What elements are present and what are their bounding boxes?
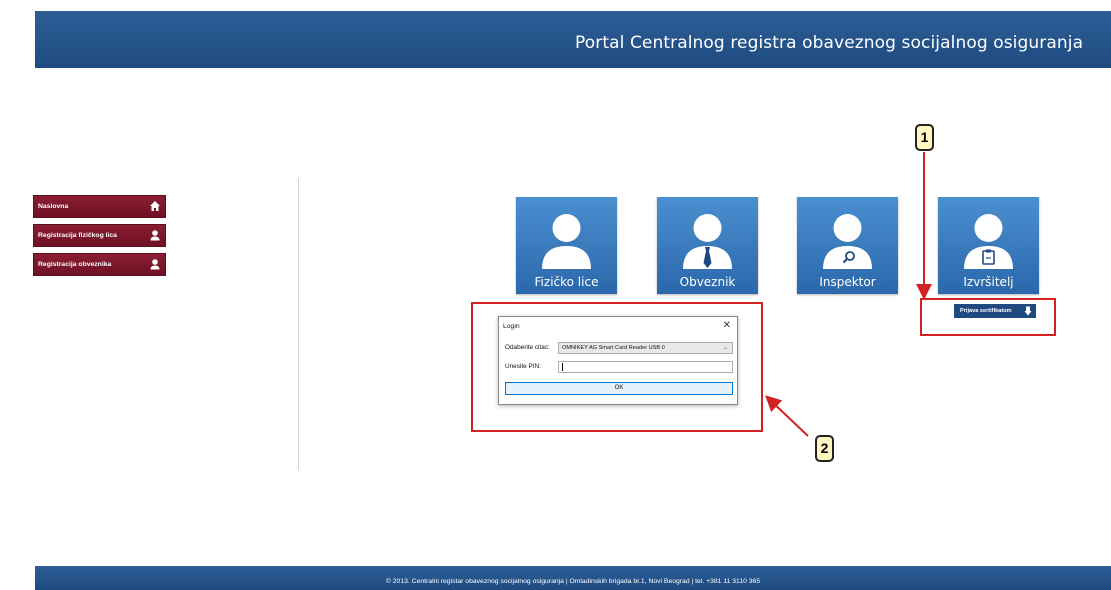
footer-text: © 2013. Centralni registar obaveznog soc… xyxy=(385,578,761,585)
footer-bar: © 2013. Centralni registar obaveznog soc… xyxy=(35,566,1111,590)
annotation-arrows xyxy=(765,152,932,437)
callout-1: 1 xyxy=(915,124,934,151)
callout-2: 2 xyxy=(815,435,834,462)
